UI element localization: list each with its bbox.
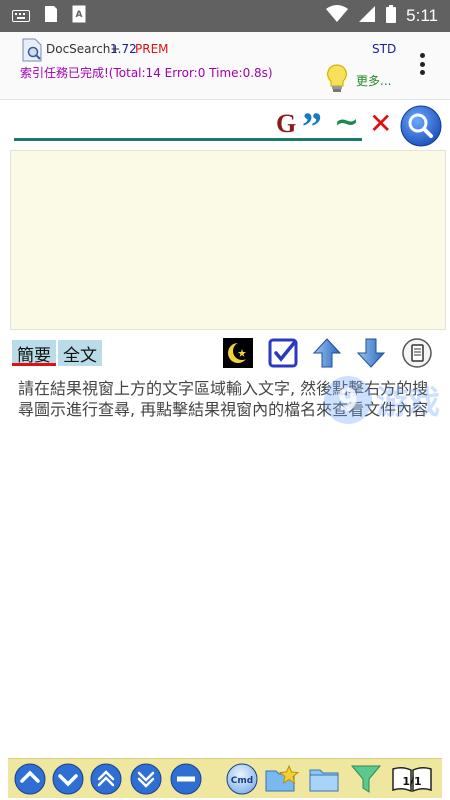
favorites-folder-icon[interactable] [264,763,300,795]
night-mode-icon[interactable] [223,338,253,368]
minus-icon[interactable] [170,763,202,795]
wifi-icon [326,5,349,27]
more-link[interactable]: 更多... [356,72,391,89]
exact-phrase-button[interactable]: ” [302,103,322,150]
index-status-message: 索引任務已完成!(Total:14 Error:0 Time:0.8s) [20,66,273,80]
double-up-icon[interactable] [14,763,46,795]
status-bar: A 5:11 [0,0,450,32]
mode-label[interactable]: STD [372,42,396,56]
down-icon[interactable] [130,763,162,795]
svg-text:9: 9 [338,383,359,418]
a-badge-icon: A [72,5,86,27]
app-logo-icon [22,38,42,62]
double-down-icon[interactable] [52,763,84,795]
edition-label: PREM [135,42,169,56]
signal-icon [358,5,376,27]
clear-button[interactable]: ✕ [369,107,392,140]
page-indicator: 1/1 [402,775,421,788]
reader-icon[interactable] [401,338,432,368]
fuzzy-search-button[interactable]: ~ [334,105,359,140]
view-tabs: 簡要 全文 [12,340,102,366]
lightbulb-icon[interactable] [322,62,352,96]
results-panel[interactable] [10,150,446,330]
arrow-up-icon[interactable] [312,338,342,368]
app-version: 1.72 [110,42,137,56]
tab-summary[interactable]: 簡要 [12,340,56,366]
checkbox-icon[interactable] [268,338,298,368]
sim-card-icon [44,5,58,27]
arrow-down-icon[interactable] [356,338,386,368]
tab-fulltext[interactable]: 全文 [58,340,102,366]
keyboard-icon [12,7,30,26]
cmd-label: Cmd [231,776,253,786]
search-icon[interactable] [400,105,442,147]
search-row: G ” ~ ✕ [0,101,450,150]
google-search-button[interactable]: G [276,109,296,139]
filter-icon[interactable] [350,763,382,795]
up-icon[interactable] [90,763,122,795]
book-page-icon[interactable]: 1/1 [390,763,434,795]
svg-text:游戏: 游戏 [376,383,440,421]
cmd-icon[interactable]: Cmd [226,763,258,795]
bottom-toolbar: Cmd 1/1 [8,758,442,798]
watermark-logo: 9 游戏 [320,365,445,435]
app-bar: DocSearch+ 1.72 PREM STD 索引任務已完成!(Total:… [0,32,450,100]
more-vert-icon[interactable] [414,50,430,78]
svg-text:A: A [76,10,83,20]
clock: 5:11 [406,6,438,25]
folder-icon[interactable] [308,763,340,795]
battery-icon [386,5,397,27]
